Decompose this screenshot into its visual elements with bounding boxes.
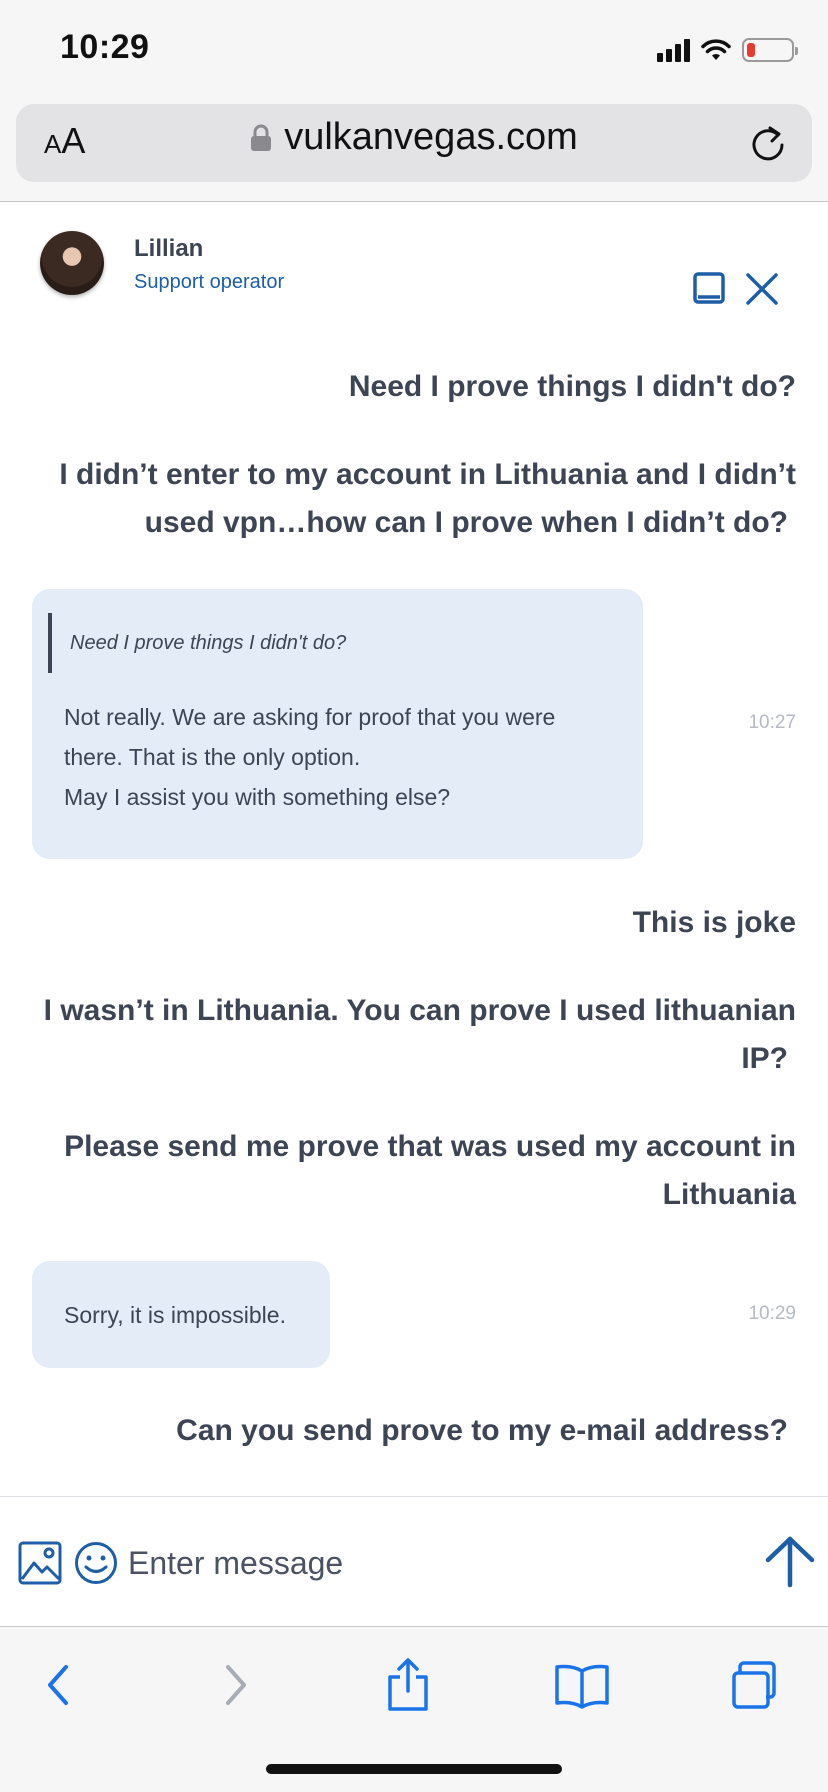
status-icons (657, 36, 798, 64)
message-text: Need I prove things I didn't do? (348, 370, 796, 403)
status-bar: 10:29 (0, 0, 828, 100)
message-text: Can you send prove to my e-mail address? (176, 1414, 788, 1447)
message-line: used vpn…how can I prove when I didn’t d… (144, 506, 788, 539)
tabs-icon (732, 1661, 776, 1709)
message-composer (0, 1496, 828, 1626)
lock-icon (251, 124, 272, 151)
cellular-signal-icon (657, 38, 690, 62)
message-list[interactable]: Need I prove things I didn't do? I didn’… (0, 313, 828, 1496)
share-button[interactable] (378, 1655, 438, 1715)
chat-header: Lillian Support operator (0, 203, 828, 313)
address-bar[interactable]: A A vulkanvegas.com (16, 104, 812, 182)
operator-message: Need I prove things I didn't do? Not rea… (32, 589, 643, 859)
message-text: Not really. We are asking for proof that… (64, 697, 611, 817)
chevron-left-icon (48, 1665, 68, 1705)
agent-role: Support operator (134, 271, 285, 293)
share-icon (388, 1658, 428, 1711)
user-message: Can you send prove to my e-mail address? (176, 1407, 788, 1455)
message-text: Sorry, it is impossible. (64, 1302, 286, 1328)
url-text: vulkanvegas.com (284, 116, 578, 158)
tabs-button[interactable] (726, 1655, 786, 1715)
message-text: This is joke (632, 906, 796, 939)
message-line: Not really. We are asking for proof that… (64, 704, 556, 730)
user-message: This is joke (633, 899, 796, 947)
user-message: Please send me prove that was used my ac… (64, 1123, 796, 1219)
browser-address-area: A A vulkanvegas.com (0, 100, 828, 202)
user-message: Need I prove things I didn't do? (349, 363, 796, 411)
agent-name: Lillian (134, 235, 204, 262)
quoted-message: Need I prove things I didn't do? (48, 613, 611, 673)
screen: 10:29 A A vulkanvegas.com Lillian Suppor… (0, 0, 828, 1792)
message-line: there. That is the only option. (64, 744, 361, 770)
forward-button[interactable] (206, 1655, 266, 1715)
back-button[interactable] (28, 1655, 88, 1715)
message-input[interactable] (128, 1535, 728, 1591)
message-line: May I assist you with something else? (64, 784, 451, 810)
bookmarks-button[interactable] (552, 1655, 612, 1715)
minimize-icon[interactable] (690, 269, 730, 309)
user-message: I didn’t enter to my account in Lithuani… (59, 451, 796, 547)
send-button[interactable] (762, 1533, 818, 1589)
image-icon[interactable] (18, 1541, 62, 1585)
operator-message: Sorry, it is impossible. (32, 1261, 330, 1368)
reload-icon[interactable] (748, 124, 788, 164)
message-timestamp: 10:27 (748, 712, 796, 733)
message-line: Lithuania (662, 1178, 796, 1211)
book-icon (555, 1664, 609, 1709)
message-line: Please send me prove that was used my ac… (64, 1130, 796, 1163)
battery-icon (742, 38, 798, 62)
agent-avatar (40, 231, 104, 295)
user-message: I wasn’t in Lithuania. You can prove I u… (44, 987, 796, 1083)
status-time: 10:29 (60, 28, 150, 66)
message-timestamp: 10:29 (748, 1303, 796, 1324)
url-display[interactable]: vulkanvegas.com (16, 116, 812, 159)
message-line: I wasn’t in Lithuania. You can prove I u… (43, 994, 796, 1027)
message-line: IP? (741, 1042, 788, 1075)
battery-level (747, 43, 755, 57)
home-indicator[interactable] (266, 1764, 562, 1774)
chevron-right-icon (226, 1665, 246, 1705)
emoji-icon[interactable] (74, 1541, 118, 1585)
close-icon[interactable] (742, 269, 782, 309)
wifi-icon (701, 39, 731, 60)
message-line: I didn’t enter to my account in Lithuani… (59, 458, 796, 491)
